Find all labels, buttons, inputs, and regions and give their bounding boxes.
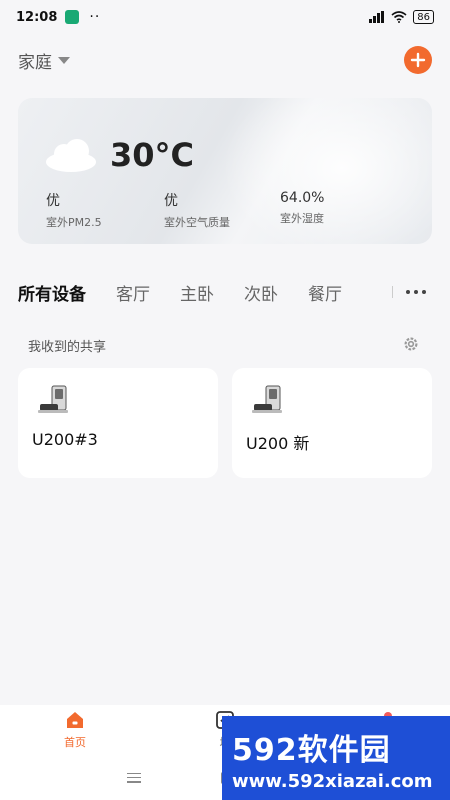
tab-all-devices[interactable]: 所有设备 xyxy=(18,280,86,305)
security-shield-icon xyxy=(65,10,80,24)
home-selector[interactable]: 家庭 xyxy=(18,48,70,73)
metric-pm25: 优 室外PM2.5 xyxy=(46,190,102,230)
metric-humidity: 64.0% 室外湿度 xyxy=(280,190,324,226)
nav-label: 首页 xyxy=(64,736,86,749)
caret-down-icon xyxy=(58,56,70,64)
metric-air-quality: 优 室外空气质量 xyxy=(164,190,230,230)
weather-card[interactable]: 30°C 优 室外PM2.5 优 室外空气质量 64.0% 室外湿度 xyxy=(18,98,432,244)
metric-label: 室外PM2.5 xyxy=(46,216,102,229)
nav-home[interactable]: 首页 xyxy=(0,705,150,755)
watermark-banner: 592软件园 www.592xiazai.com xyxy=(222,716,450,800)
notification-dots: ·· xyxy=(89,9,101,25)
battery-icon: 86 xyxy=(413,10,434,24)
room-tabs: 所有设备 客厅 主卧 次卧 餐厅 xyxy=(18,278,432,306)
tab-second-bedroom[interactable]: 次卧 xyxy=(244,280,278,305)
status-time: 12:08 xyxy=(16,9,58,25)
watermark-url: www.592xiazai.com xyxy=(232,770,433,792)
shared-section-title: 我收到的共享 xyxy=(28,340,107,355)
home-icon xyxy=(67,712,83,728)
temperature: 30°C xyxy=(110,136,195,174)
status-right: 86 xyxy=(369,10,434,24)
tab-dining-room[interactable]: 餐厅 xyxy=(308,280,342,305)
device-card[interactable]: U200 新 xyxy=(232,368,432,478)
metric-label: 室外空气质量 xyxy=(164,216,230,229)
more-icon[interactable] xyxy=(406,290,426,294)
robot-vacuum-icon xyxy=(252,385,282,413)
device-name: U200 新 xyxy=(246,434,310,453)
home-name: 家庭 xyxy=(18,52,52,73)
device-name: U200#3 xyxy=(32,430,98,449)
metric-value: 优 xyxy=(164,193,178,209)
cloud-icon xyxy=(46,139,96,172)
tab-master-bedroom[interactable]: 主卧 xyxy=(180,280,214,305)
device-card[interactable]: U200#3 xyxy=(18,368,218,478)
metric-value: 优 xyxy=(46,193,60,209)
wifi-icon xyxy=(391,11,407,23)
signal-icon xyxy=(369,11,385,23)
status-bar: 12:08 ·· 86 xyxy=(0,0,450,34)
tab-divider xyxy=(392,286,393,298)
watermark-title: 592软件园 xyxy=(232,732,391,768)
robot-vacuum-icon xyxy=(38,385,68,413)
metric-value: 64.0% xyxy=(280,190,325,206)
plus-icon xyxy=(410,52,426,68)
metric-label: 室外湿度 xyxy=(280,212,324,225)
menu-icon[interactable] xyxy=(127,772,141,783)
add-device-button[interactable] xyxy=(404,46,432,74)
header: 家庭 xyxy=(18,44,432,76)
tab-living-room[interactable]: 客厅 xyxy=(116,280,150,305)
gear-icon[interactable] xyxy=(402,335,420,353)
